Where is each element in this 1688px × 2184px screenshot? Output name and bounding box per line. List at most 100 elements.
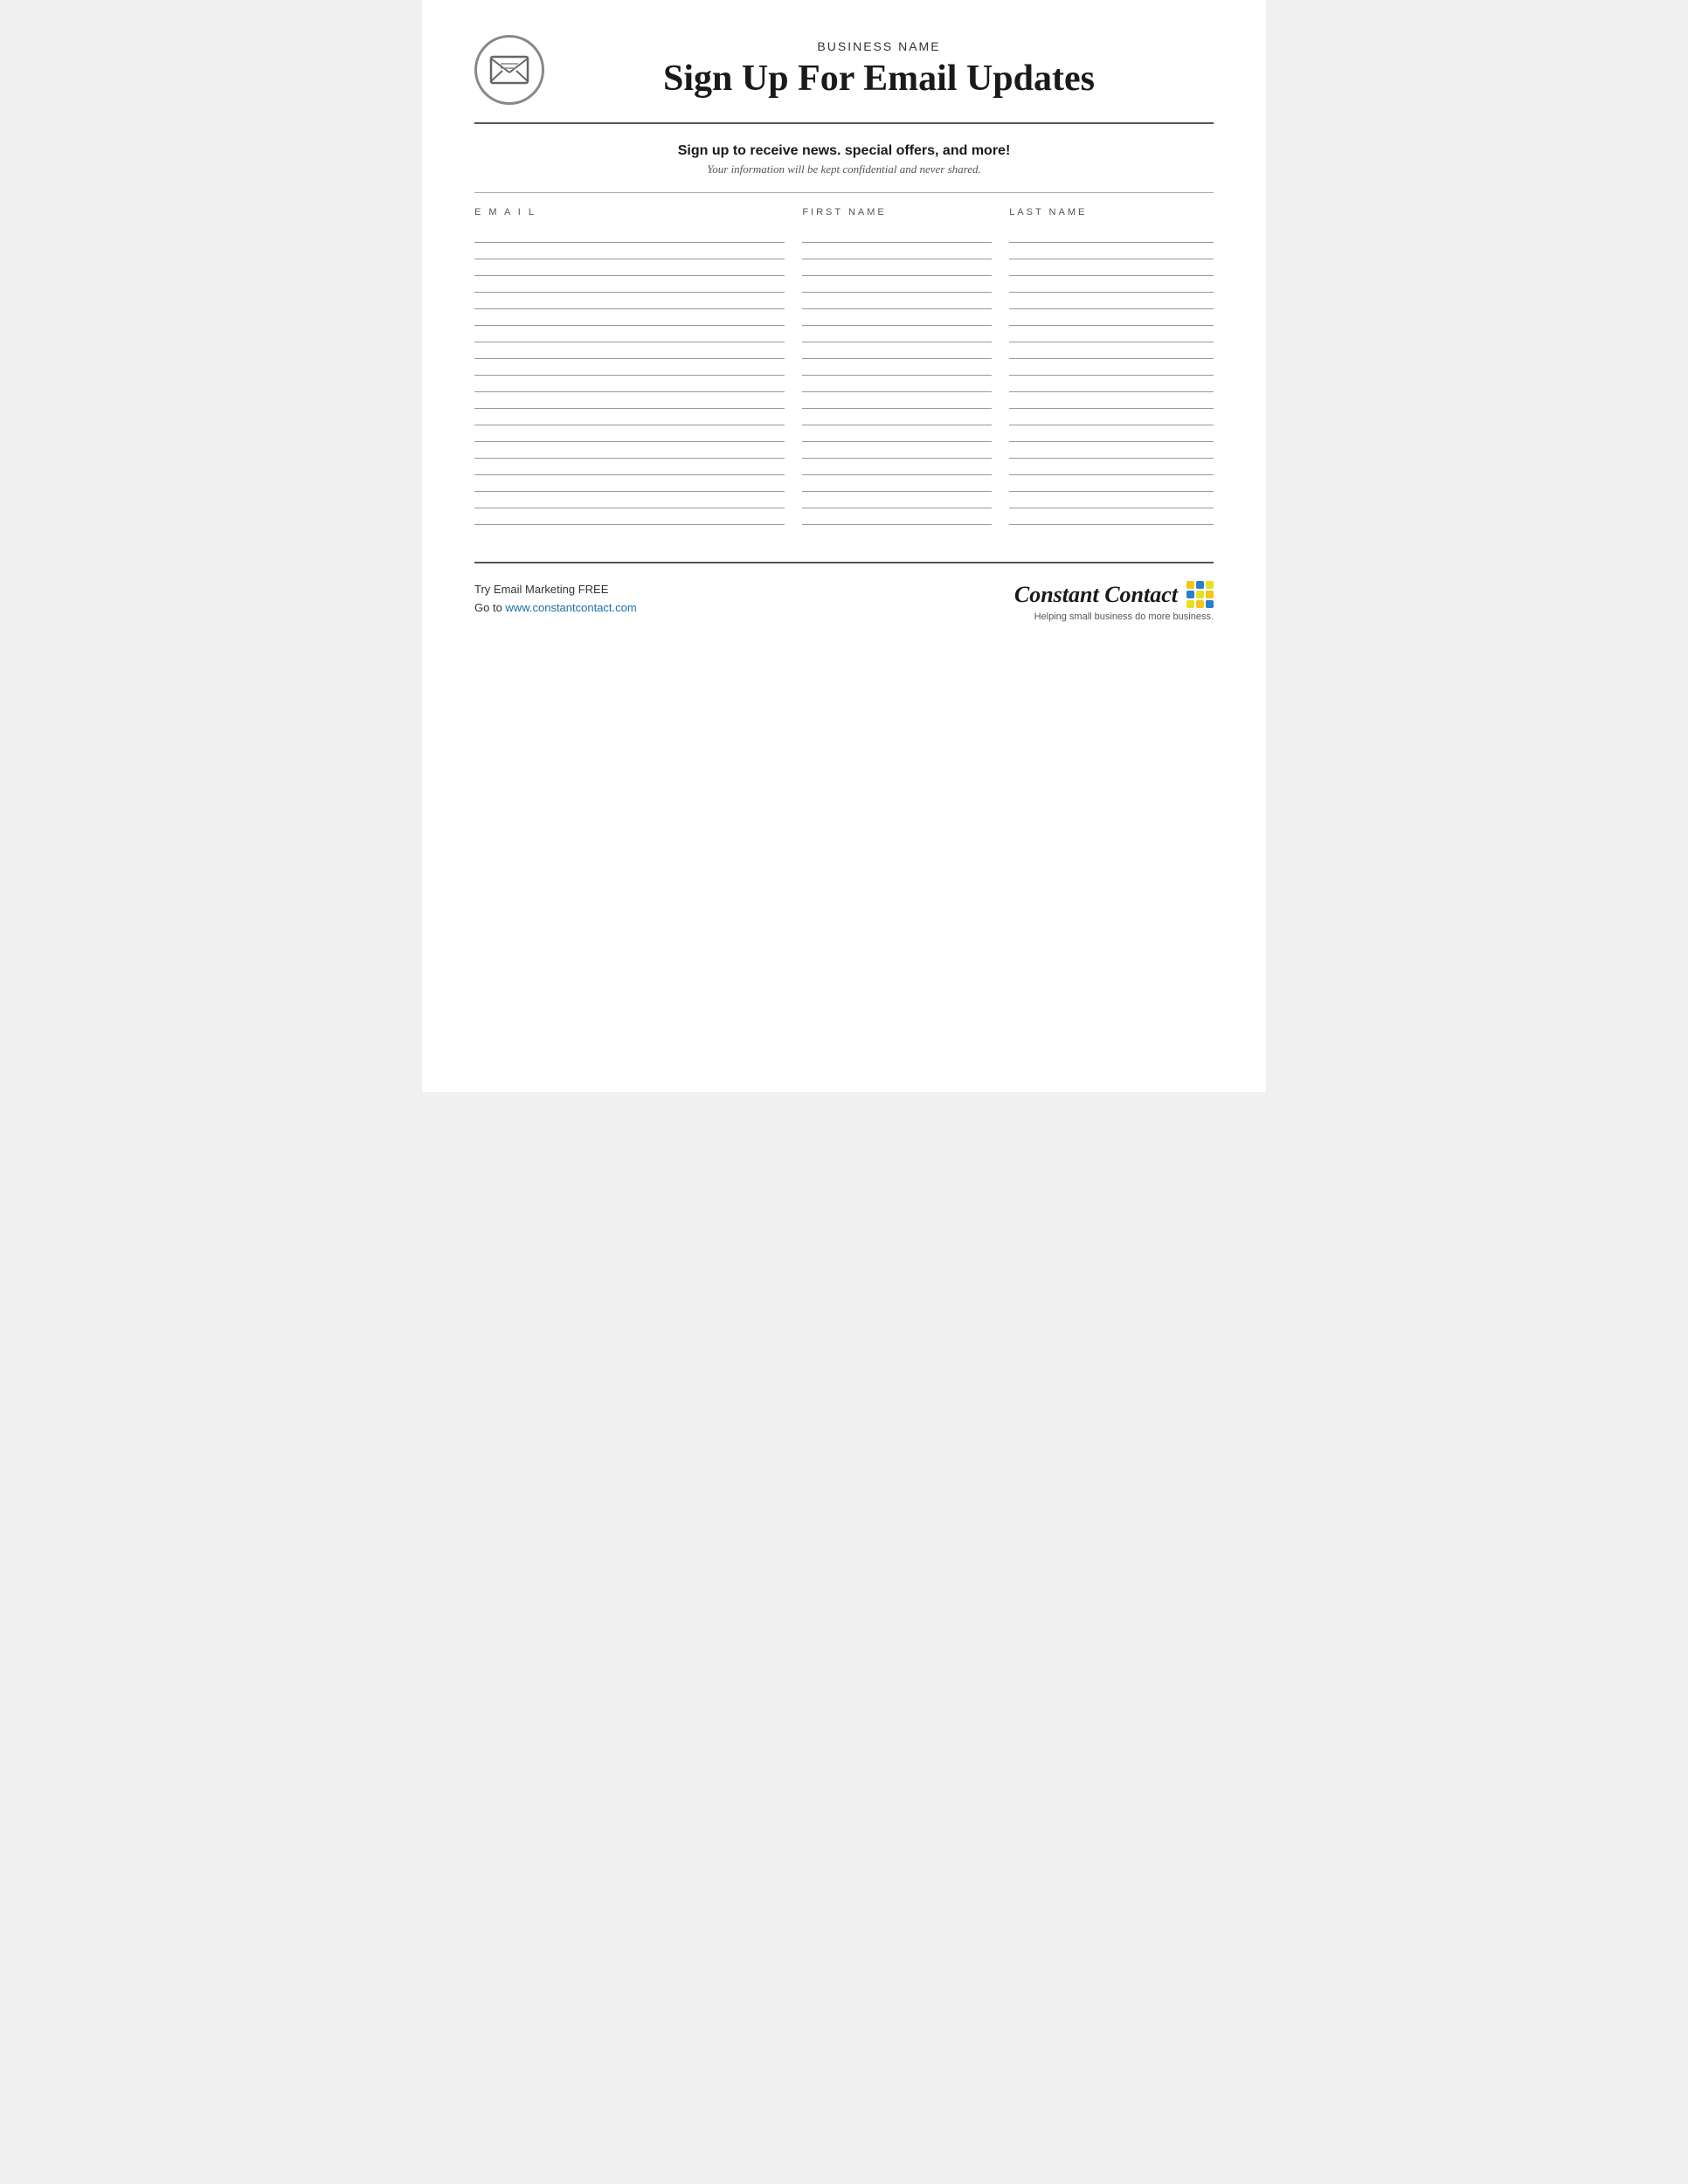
footer-left: Try Email Marketing FREE Go to www.const… — [474, 581, 637, 618]
lastname-cell — [992, 328, 1214, 344]
lastname-line — [1009, 275, 1214, 276]
lastname-cell — [992, 294, 1214, 311]
email-cell — [474, 494, 785, 510]
lastname-cell — [992, 444, 1214, 460]
email-cell — [474, 278, 785, 294]
firstname-cell — [785, 294, 992, 311]
firstname-cell — [785, 328, 992, 344]
cc-logo-text: Constant Contact — [1014, 582, 1178, 608]
cc-puzzle-icon — [1186, 581, 1214, 608]
main-title: Sign Up For Email Updates — [544, 57, 1214, 100]
firstname-line — [802, 491, 992, 492]
lastname-line — [1009, 524, 1214, 525]
form-area: E M A I L FIRST NAME LAST NAME — [474, 207, 1214, 527]
lastname-cell — [992, 344, 1214, 361]
firstname-cell — [785, 311, 992, 328]
firstname-cell — [785, 377, 992, 394]
email-cell — [474, 411, 785, 427]
firstname-cell — [785, 494, 992, 510]
email-cell — [474, 377, 785, 394]
lastname-line — [1009, 474, 1214, 475]
lastname-line — [1009, 308, 1214, 309]
email-envelope-icon — [488, 48, 531, 92]
email-line — [474, 308, 785, 309]
table-row — [474, 494, 1214, 510]
table-row — [474, 377, 1214, 394]
firstname-cell — [785, 278, 992, 294]
logo-circle — [474, 35, 544, 105]
lastname-cell — [992, 510, 1214, 527]
subheader: Sign up to receive news. special offers,… — [474, 136, 1214, 182]
footer-line1: Try Email Marketing FREE — [474, 581, 637, 599]
table-row — [474, 394, 1214, 411]
firstname-line — [802, 358, 992, 359]
firstname-cell — [785, 444, 992, 460]
firstname-cell — [785, 411, 992, 427]
lastname-cell — [992, 361, 1214, 377]
email-line — [474, 408, 785, 409]
email-cell — [474, 294, 785, 311]
footer-right: Constant Contact — [1014, 581, 1214, 622]
email-line — [474, 458, 785, 459]
email-line — [474, 292, 785, 293]
lastname-line — [1009, 441, 1214, 442]
entry-rows — [474, 228, 1214, 527]
email-cell — [474, 328, 785, 344]
footer-line2-prefix: Go to — [474, 601, 505, 614]
page: BUSINESS NAME Sign Up For Email Updates … — [422, 0, 1266, 1092]
firstname-line — [802, 275, 992, 276]
table-row — [474, 311, 1214, 328]
puzzle-piece-6 — [1206, 591, 1214, 598]
email-line — [474, 358, 785, 359]
email-line — [474, 524, 785, 525]
puzzle-piece-4 — [1186, 591, 1194, 598]
table-row — [474, 444, 1214, 460]
firstname-cell — [785, 477, 992, 494]
email-cell — [474, 427, 785, 444]
lastname-cell — [992, 394, 1214, 411]
lastname-line — [1009, 242, 1214, 243]
puzzle-piece-2 — [1196, 581, 1204, 589]
email-cell — [474, 261, 785, 278]
firstname-line — [802, 441, 992, 442]
firstname-cell — [785, 460, 992, 477]
lastname-cell — [992, 494, 1214, 510]
firstname-line — [802, 325, 992, 326]
footer-link[interactable]: www.constantcontact.com — [505, 601, 636, 614]
email-line — [474, 325, 785, 326]
puzzle-piece-3 — [1206, 581, 1214, 589]
lastname-cell — [992, 278, 1214, 294]
header: BUSINESS NAME Sign Up For Email Updates — [474, 35, 1214, 105]
lastname-line — [1009, 458, 1214, 459]
table-row — [474, 344, 1214, 361]
lastname-line — [1009, 325, 1214, 326]
table-row — [474, 278, 1214, 294]
email-line — [474, 474, 785, 475]
puzzle-piece-9 — [1206, 600, 1214, 608]
lastname-cell — [992, 460, 1214, 477]
table-row — [474, 411, 1214, 427]
column-headers: E M A I L FIRST NAME LAST NAME — [474, 207, 1214, 221]
puzzle-piece-5 — [1196, 591, 1204, 598]
firstname-line — [802, 458, 992, 459]
cc-logo-container: Constant Contact — [1014, 581, 1214, 608]
firstname-line — [802, 524, 992, 525]
puzzle-piece-7 — [1186, 600, 1194, 608]
email-line — [474, 491, 785, 492]
cc-tagline: Helping small business do more business. — [1034, 612, 1214, 622]
lastname-column-header: LAST NAME — [992, 207, 1214, 218]
lastname-cell — [992, 311, 1214, 328]
email-cell — [474, 361, 785, 377]
firstname-cell — [785, 361, 992, 377]
firstname-cell — [785, 228, 992, 245]
table-row — [474, 245, 1214, 261]
table-row — [474, 427, 1214, 444]
lastname-line — [1009, 358, 1214, 359]
email-line — [474, 441, 785, 442]
email-line — [474, 242, 785, 243]
email-cell — [474, 344, 785, 361]
firstname-line — [802, 242, 992, 243]
firstname-cell — [785, 427, 992, 444]
email-cell — [474, 444, 785, 460]
firstname-line — [802, 474, 992, 475]
